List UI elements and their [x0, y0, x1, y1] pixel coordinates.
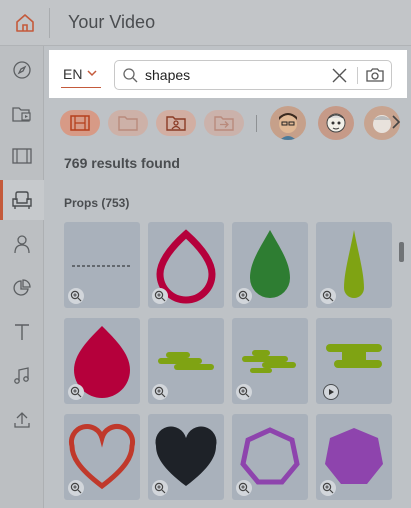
- zoom-in-icon: [238, 386, 250, 398]
- zoom-button[interactable]: [152, 384, 168, 400]
- sidebar-item-media[interactable]: [0, 94, 44, 134]
- zoom-in-icon: [322, 482, 334, 494]
- prop-tile[interactable]: [316, 222, 392, 308]
- results-count: 769 results found: [64, 155, 180, 171]
- compass-icon: [13, 61, 31, 79]
- filter-chip-folder-export[interactable]: [204, 110, 244, 136]
- chip-divider: [256, 115, 257, 132]
- text-icon: [15, 324, 29, 340]
- prop-tile[interactable]: [232, 222, 308, 308]
- prop-tile[interactable]: [232, 318, 308, 404]
- sidebar-item-characters[interactable]: [0, 224, 44, 264]
- folder-user-icon: [166, 116, 186, 131]
- folder-icon: [118, 116, 138, 131]
- sidebar-item-upload[interactable]: [0, 400, 44, 440]
- chevron-right-icon[interactable]: [391, 114, 401, 130]
- search-input[interactable]: [145, 66, 315, 84]
- top-bar: Your Video: [0, 0, 411, 46]
- zoom-button[interactable]: [152, 288, 168, 304]
- chevron-down-icon[interactable]: [87, 70, 97, 77]
- zoom-in-icon: [154, 386, 166, 398]
- zoom-in-icon: [70, 290, 82, 302]
- home-icon: [16, 14, 34, 32]
- prop-tile[interactable]: [232, 414, 308, 500]
- zoom-button[interactable]: [236, 288, 252, 304]
- header-divider: [49, 8, 50, 38]
- filter-chip-video[interactable]: [60, 110, 100, 136]
- play-icon: [329, 389, 334, 395]
- zoom-in-icon: [154, 482, 166, 494]
- prop-tile[interactable]: [64, 318, 140, 404]
- zoom-button[interactable]: [68, 480, 84, 496]
- filter-chip-folder-user[interactable]: [156, 110, 196, 136]
- sidebar: [0, 46, 44, 508]
- armchair-icon: [12, 191, 32, 209]
- sidebar-item-scenes[interactable]: [0, 136, 44, 176]
- zoom-in-icon: [70, 482, 82, 494]
- filter-chip-folder[interactable]: [108, 110, 148, 136]
- section-title: Props (753): [64, 196, 130, 210]
- zoom-button[interactable]: [68, 384, 84, 400]
- search-divider: [357, 67, 358, 84]
- prop-tile[interactable]: [64, 414, 140, 500]
- zoom-button[interactable]: [320, 288, 336, 304]
- zoom-in-icon: [322, 290, 334, 302]
- prop-tile[interactable]: [316, 414, 392, 500]
- sidebar-item-charts[interactable]: [0, 268, 44, 308]
- character-avatar-icon: [279, 113, 297, 140]
- zoom-button[interactable]: [68, 288, 84, 304]
- folder-video-icon: [12, 107, 31, 122]
- prop-tile[interactable]: [316, 318, 392, 404]
- search-field[interactable]: [114, 60, 392, 90]
- avatar[interactable]: [270, 106, 306, 140]
- prop-tile[interactable]: [148, 222, 224, 308]
- search-bar: EN: [49, 50, 407, 98]
- page-title: Your Video: [68, 12, 156, 32]
- zoom-in-icon: [154, 290, 166, 302]
- zoom-in-icon: [238, 290, 250, 302]
- zoom-in-icon: [238, 482, 250, 494]
- prop-tile[interactable]: [148, 414, 224, 500]
- language-selector[interactable]: EN: [63, 66, 82, 82]
- camera-icon[interactable]: [366, 67, 384, 83]
- sidebar-item-audio[interactable]: [0, 356, 44, 396]
- zoom-button[interactable]: [152, 480, 168, 496]
- zoom-in-icon: [70, 386, 82, 398]
- zoom-button[interactable]: [236, 384, 252, 400]
- zoom-button[interactable]: [320, 480, 336, 496]
- sidebar-item-text[interactable]: [0, 312, 44, 352]
- scrollbar-thumb[interactable]: [399, 242, 404, 262]
- home-button[interactable]: [0, 0, 50, 46]
- pie-chart-icon: [13, 279, 31, 296]
- play-button[interactable]: [323, 384, 339, 400]
- character-avatar-icon: [326, 113, 346, 133]
- film-strip-icon: [70, 115, 90, 131]
- zoom-button[interactable]: [236, 480, 252, 496]
- sidebar-item-explore[interactable]: [0, 50, 44, 90]
- prop-tile[interactable]: [148, 318, 224, 404]
- prop-tile[interactable]: [64, 222, 140, 308]
- scrollbar-track[interactable]: [399, 150, 405, 508]
- music-note-icon: [14, 367, 29, 384]
- person-icon: [14, 235, 30, 254]
- upload-icon: [14, 412, 30, 428]
- search-icon: [123, 68, 138, 83]
- film-icon: [12, 148, 32, 164]
- folder-arrow-icon: [214, 116, 234, 131]
- sidebar-item-props[interactable]: [0, 180, 44, 220]
- language-underline: [61, 87, 101, 88]
- avatar[interactable]: [318, 106, 354, 140]
- close-icon[interactable]: [332, 68, 347, 83]
